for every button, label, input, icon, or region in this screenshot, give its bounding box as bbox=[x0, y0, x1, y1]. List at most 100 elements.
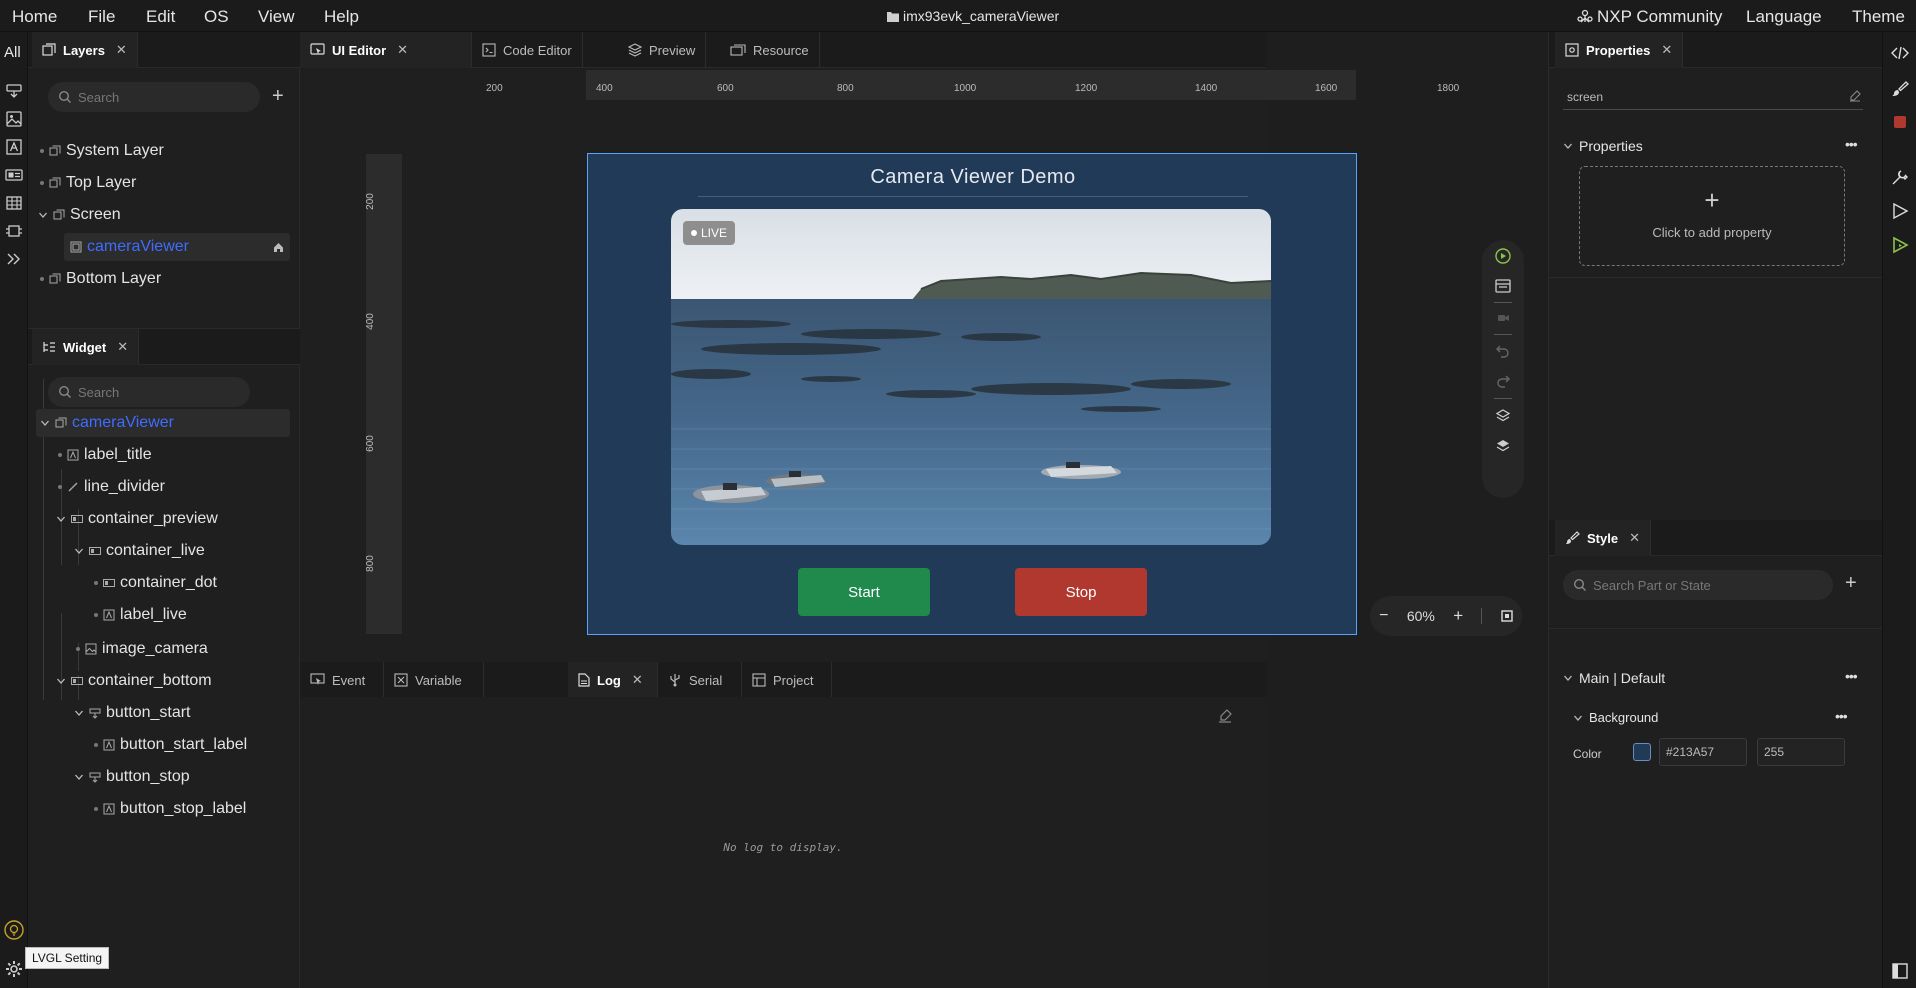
panel-layout-icon[interactable] bbox=[1891, 962, 1909, 980]
deploy-run-icon[interactable] bbox=[1891, 236, 1909, 254]
button-widget-icon[interactable] bbox=[5, 82, 23, 100]
widget-item-button-stop-label[interactable]: button_stop_label bbox=[94, 795, 246, 823]
container-preview[interactable]: LIVE bbox=[671, 209, 1271, 545]
chip-widget-icon[interactable] bbox=[5, 222, 23, 240]
tab-layers[interactable]: Layers ✕ bbox=[32, 32, 138, 68]
container-live[interactable]: LIVE bbox=[683, 221, 736, 245]
close-icon[interactable]: ✕ bbox=[632, 672, 643, 688]
menu-file[interactable]: File bbox=[88, 7, 115, 27]
properties-section-header[interactable]: Properties bbox=[1563, 138, 1643, 154]
layers-up-icon[interactable] bbox=[1495, 408, 1511, 424]
tab-properties[interactable]: Properties ✕ bbox=[1555, 32, 1684, 68]
container-widget-icon[interactable] bbox=[5, 166, 23, 184]
category-all[interactable]: All bbox=[4, 44, 21, 61]
widget-item-line-divider[interactable]: line_divider bbox=[58, 473, 165, 501]
layers-search-input[interactable]: Search bbox=[48, 82, 260, 112]
widget-search-input[interactable]: Search bbox=[48, 377, 250, 407]
close-icon[interactable]: ✕ bbox=[1629, 530, 1640, 546]
label-widget-icon[interactable] bbox=[5, 138, 23, 156]
tab-variable[interactable]: Variable bbox=[384, 662, 484, 698]
image-camera[interactable] bbox=[671, 209, 1271, 545]
fit-screen-icon[interactable] bbox=[1501, 610, 1513, 622]
widget-item-button-start[interactable]: button_start bbox=[74, 699, 191, 727]
clear-log-icon[interactable] bbox=[1218, 709, 1232, 723]
label-title[interactable]: Camera Viewer Demo bbox=[588, 166, 1358, 189]
background-section-header[interactable]: Background bbox=[1573, 710, 1658, 725]
image-widget-icon[interactable] bbox=[5, 110, 23, 128]
settings-gear-icon[interactable] bbox=[4, 959, 24, 979]
layer-item-cameraviewer[interactable]: cameraViewer bbox=[64, 233, 290, 261]
tab-serial[interactable]: Serial bbox=[658, 662, 742, 698]
redo-icon[interactable] bbox=[1495, 372, 1511, 388]
tab-code-editor[interactable]: Code Editor bbox=[472, 32, 583, 68]
more-options-icon[interactable]: ••• bbox=[1835, 708, 1848, 724]
close-icon[interactable]: ✕ bbox=[397, 42, 408, 58]
chevron-down-icon[interactable] bbox=[40, 418, 50, 428]
opacity-input[interactable]: 255 bbox=[1757, 738, 1845, 766]
layers-down-icon[interactable] bbox=[1495, 438, 1511, 454]
widget-item-button-stop[interactable]: button_stop bbox=[74, 763, 190, 791]
zoom-in-button[interactable]: + bbox=[1453, 606, 1463, 626]
menu-view[interactable]: View bbox=[258, 7, 295, 27]
browser-window-icon[interactable] bbox=[1495, 278, 1511, 294]
widget-item-label-live[interactable]: label_live bbox=[94, 601, 187, 629]
layer-item-bottom[interactable]: Bottom Layer bbox=[40, 265, 161, 293]
add-style-button[interactable]: + bbox=[1845, 572, 1857, 595]
style-search-input[interactable]: Search Part or State bbox=[1563, 570, 1833, 600]
menu-theme[interactable]: Theme bbox=[1852, 7, 1905, 27]
widget-item-container-dot[interactable]: container_dot bbox=[94, 569, 217, 597]
tab-log[interactable]: Log ✕ bbox=[568, 662, 658, 698]
layer-item-screen[interactable]: Screen bbox=[38, 201, 121, 229]
lightbulb-icon[interactable] bbox=[4, 920, 24, 940]
chevron-down-icon[interactable] bbox=[74, 546, 84, 556]
color-swatch[interactable] bbox=[1633, 743, 1651, 761]
menu-home[interactable]: Home bbox=[12, 7, 57, 27]
run-simulator-icon[interactable] bbox=[1495, 248, 1511, 264]
close-icon[interactable]: ✕ bbox=[1661, 42, 1672, 58]
widget-item-label-title[interactable]: label_title bbox=[58, 441, 152, 469]
tab-widget[interactable]: Widget ✕ bbox=[32, 329, 140, 365]
widget-item-image-camera[interactable]: image_camera bbox=[76, 635, 208, 663]
menu-nxp-community[interactable]: NXP Community bbox=[1577, 7, 1722, 27]
widget-item-cameraviewer[interactable]: cameraViewer bbox=[36, 409, 290, 437]
record-icon[interactable] bbox=[1495, 310, 1511, 326]
tab-project[interactable]: Project bbox=[742, 662, 832, 698]
tab-resource[interactable]: Resource bbox=[720, 32, 820, 68]
tab-ui-editor[interactable]: UI Editor ✕ bbox=[300, 32, 472, 68]
undo-icon[interactable] bbox=[1495, 342, 1511, 358]
menu-language[interactable]: Language bbox=[1746, 7, 1822, 27]
layer-item-system[interactable]: System Layer bbox=[40, 137, 164, 165]
close-icon[interactable]: ✕ bbox=[117, 339, 128, 355]
tab-preview[interactable]: Preview bbox=[618, 32, 707, 68]
table-widget-icon[interactable] bbox=[5, 194, 23, 212]
button-start[interactable]: Start bbox=[798, 568, 930, 616]
chevron-down-icon[interactable] bbox=[56, 514, 66, 524]
widget-item-button-start-label[interactable]: button_start_label bbox=[94, 731, 247, 759]
tab-style[interactable]: Style ✕ bbox=[1555, 520, 1651, 556]
chevron-down-icon[interactable] bbox=[56, 676, 66, 686]
zoom-out-button[interactable]: − bbox=[1379, 607, 1388, 625]
more-options-icon[interactable]: ••• bbox=[1845, 668, 1858, 684]
code-brackets-icon[interactable] bbox=[1891, 44, 1909, 62]
more-options-icon[interactable]: ••• bbox=[1845, 136, 1858, 152]
style-part-section-header[interactable]: Main | Default bbox=[1563, 670, 1665, 686]
widget-item-container-live[interactable]: container_live bbox=[74, 537, 205, 565]
chevron-down-icon[interactable] bbox=[74, 708, 84, 718]
run-icon[interactable] bbox=[1891, 202, 1909, 220]
expand-chevrons-icon[interactable] bbox=[5, 250, 23, 268]
button-stop[interactable]: Stop bbox=[1015, 568, 1147, 616]
chevron-down-icon[interactable] bbox=[38, 210, 48, 220]
tab-event[interactable]: Event bbox=[300, 662, 384, 698]
line-divider[interactable] bbox=[698, 196, 1248, 197]
menu-help[interactable]: Help bbox=[324, 7, 359, 27]
add-layer-button[interactable]: + bbox=[272, 86, 284, 106]
widget-item-container-bottom[interactable]: container_bottom bbox=[56, 667, 212, 695]
target-name-field[interactable]: screen bbox=[1563, 84, 1863, 110]
screen-camera-viewer[interactable]: Camera Viewer Demo LIVE Start Stop bbox=[587, 153, 1357, 635]
home-icon[interactable] bbox=[273, 242, 284, 253]
close-icon[interactable]: ✕ bbox=[116, 42, 127, 58]
chevron-down-icon[interactable] bbox=[74, 772, 84, 782]
add-property-button[interactable]: + Click to add property bbox=[1579, 166, 1845, 266]
edit-pencil-icon[interactable] bbox=[1849, 90, 1861, 102]
menu-os[interactable]: OS bbox=[204, 7, 229, 27]
